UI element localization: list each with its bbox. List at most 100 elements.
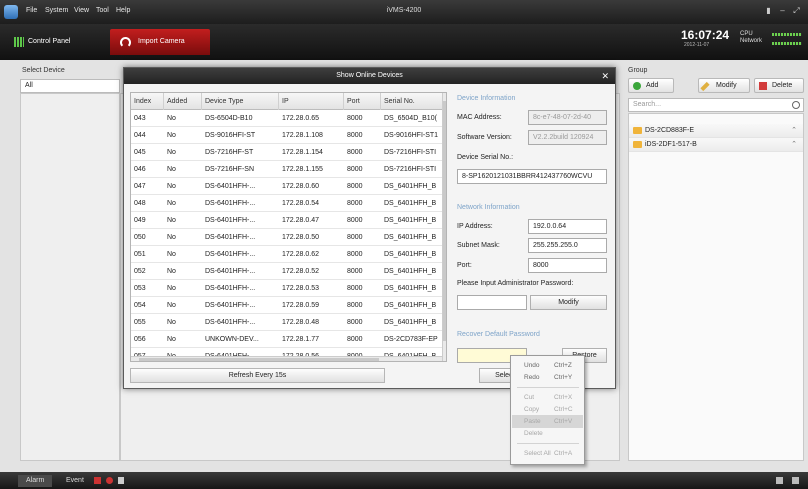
mac-address-label: MAC Address:: [457, 114, 502, 121]
scrollbar-thumb[interactable]: [139, 358, 379, 361]
table-row[interactable]: 053 No DS-6401HFH-... 172.28.0.53 8000 DS_640…: [131, 280, 446, 297]
sound-icon[interactable]: [106, 477, 113, 484]
network-meter: [772, 42, 802, 45]
cell-ip: 172.28.0.60: [282, 183, 319, 190]
cell-ip: 172.28.0.52: [282, 268, 319, 275]
maximize-icon[interactable]: ⤢: [792, 6, 801, 15]
add-group-button[interactable]: Add: [628, 78, 674, 93]
cell-ip: 172.28.0.47: [282, 217, 319, 224]
tab-bar: Control Panel Import Camera 16:07:24 201…: [0, 24, 808, 60]
software-version-field[interactable]: V2.2.2build 120924: [528, 130, 607, 145]
cpu-text: CPU: [740, 31, 753, 37]
cell-device-type: DS-6401HFH-...: [205, 234, 256, 241]
alarm-tab[interactable]: Alarm: [18, 475, 53, 487]
table-row[interactable]: 056 No UNKOWN-DEV... 172.28.1.77 8000 DS-2CD7…: [131, 331, 446, 348]
cell-index: 052: [134, 268, 146, 275]
column-header-serial[interactable]: Serial No.: [381, 93, 443, 110]
admin-password-input[interactable]: [457, 295, 527, 310]
group-item[interactable]: DS-2CD883F-E ⌃: [629, 124, 803, 138]
cell-device-type: DS-6401HFH-...: [205, 319, 256, 326]
menu-help[interactable]: Help: [116, 7, 130, 14]
cell-device-type: DS-6401HFH-...: [205, 217, 256, 224]
cell-ip: 172.28.0.59: [282, 302, 319, 309]
group-item[interactable]: iDS-2DF1-517-B ⌃: [629, 138, 803, 152]
tab-control-panel[interactable]: Control Panel: [8, 29, 108, 55]
column-header-index[interactable]: Index: [131, 93, 164, 110]
cell-index: 053: [134, 285, 146, 292]
cell-device-type: DS-7216HF-SN: [205, 166, 255, 173]
table-row[interactable]: 048 No DS-6401HFH-... 172.28.0.54 8000 DS_640…: [131, 195, 446, 212]
minimize-icon[interactable]: –: [778, 6, 787, 15]
online-devices-table[interactable]: Index Added Device Type IP Port Serial N…: [130, 92, 447, 362]
subnet-mask-field[interactable]: 255.255.255.0: [528, 238, 607, 253]
context-menu-redo[interactable]: Redo Ctrl+Y: [512, 371, 583, 384]
cell-device-type: DS-6401HFH-...: [205, 200, 256, 207]
tab-import-camera[interactable]: Import Camera: [110, 29, 210, 55]
menu-item-label: Delete: [524, 430, 543, 437]
table-row[interactable]: 046 No DS-7216HF-SN 172.28.1.155 8000 DS-7216…: [131, 161, 446, 178]
table-row[interactable]: 052 No DS-6401HFH-... 172.28.0.52 8000 DS_640…: [131, 263, 446, 280]
cell-index: 043: [134, 115, 146, 122]
cell-serial: DS_6401HFH_B: [384, 200, 437, 207]
pin-icon[interactable]: [776, 477, 783, 484]
menu-file[interactable]: File: [26, 7, 37, 14]
delete-group-button[interactable]: Delete: [754, 78, 804, 93]
network-info-heading: Network Information: [457, 204, 520, 211]
device-list-panel[interactable]: [20, 93, 120, 461]
cell-device-type: UNKOWN-DEV...: [205, 336, 259, 343]
cell-device-type: DS-6401HFH-...: [205, 268, 256, 275]
menu-system[interactable]: System: [45, 7, 68, 14]
cell-serial: DS-7216HFI-STI: [384, 166, 437, 173]
device-filter-select[interactable]: All: [20, 79, 120, 93]
cell-added: No: [167, 251, 176, 258]
column-header-port[interactable]: Port: [344, 93, 381, 110]
cell-port: 8000: [347, 166, 363, 173]
cell-ip: 172.28.0.48: [282, 319, 319, 326]
device-serial-field[interactable]: 8-SP1620121031BBRR412437760WCVU: [457, 169, 607, 184]
chevron-up-icon[interactable]: ⌃: [791, 124, 797, 137]
lock-icon[interactable]: ▮: [764, 6, 773, 15]
modify-network-button[interactable]: Modify: [530, 295, 607, 310]
add-label: Add: [646, 82, 659, 89]
cell-port: 8000: [347, 268, 363, 275]
event-tab[interactable]: Event: [58, 475, 92, 487]
cell-port: 8000: [347, 319, 363, 326]
table-row[interactable]: 051 No DS-6401HFH-... 172.28.0.62 8000 DS_640…: [131, 246, 446, 263]
alarm-icon[interactable]: [94, 477, 101, 484]
table-horizontal-scrollbar[interactable]: [131, 356, 442, 361]
column-header-device-type[interactable]: Device Type: [202, 93, 279, 110]
column-header-ip[interactable]: IP: [279, 93, 344, 110]
search-icon[interactable]: [792, 101, 800, 109]
table-row[interactable]: 045 No DS-7216HF-ST 172.28.1.154 8000 DS-7216…: [131, 144, 446, 161]
table-row[interactable]: 047 No DS-6401HFH-... 172.28.0.60 8000 DS_640…: [131, 178, 446, 195]
column-header-added[interactable]: Added: [164, 93, 202, 110]
context-menu-delete[interactable]: Delete: [512, 427, 583, 440]
table-row[interactable]: 054 No DS-6401HFH-... 172.28.0.59 8000 DS_640…: [131, 297, 446, 314]
cell-serial: DS_6401HFH_B: [384, 234, 437, 241]
ip-address-field[interactable]: 192.0.0.64: [528, 219, 607, 234]
table-row[interactable]: 044 No DS-9016HFI-ST 172.28.1.108 8000 DS-901…: [131, 127, 446, 144]
chevron-up-icon[interactable]: ⌃: [791, 138, 797, 151]
add-icon: [633, 82, 641, 90]
menu-tool[interactable]: Tool: [96, 7, 109, 14]
port-field[interactable]: 8000: [528, 258, 607, 273]
modify-group-button[interactable]: Modify: [698, 78, 750, 93]
table-row[interactable]: 055 No DS-6401HFH-... 172.28.0.48 8000 DS_640…: [131, 314, 446, 331]
group-list: DS-2CD883F-E ⌃ iDS-2DF1-517-B ⌃: [628, 113, 804, 461]
table-row[interactable]: 043 No DS-6504D-B10 172.28.0.65 8000 DS_6504D…: [131, 110, 446, 127]
refresh-button[interactable]: Refresh Every 15s: [130, 368, 385, 383]
expand-icon[interactable]: [792, 477, 799, 484]
table-row[interactable]: 049 No DS-6401HFH-... 172.28.0.47 8000 DS_640…: [131, 212, 446, 229]
context-menu-select-all[interactable]: Select All Ctrl+A: [512, 447, 583, 460]
close-icon[interactable]: ✕: [601, 68, 609, 84]
group-search-input[interactable]: Search...: [628, 98, 804, 112]
table-vertical-scrollbar[interactable]: [442, 93, 446, 361]
menu-view[interactable]: View: [74, 7, 89, 14]
scrollbar-thumb[interactable]: [443, 101, 446, 341]
mac-address-field[interactable]: 8c-e7-48-07-2d-40: [528, 110, 607, 125]
port-label: Port:: [457, 262, 472, 269]
group-heading: Group: [628, 67, 648, 74]
clear-icon[interactable]: [118, 477, 124, 484]
table-row[interactable]: 050 No DS-6401HFH-... 172.28.0.50 8000 DS_640…: [131, 229, 446, 246]
cell-added: No: [167, 149, 176, 156]
